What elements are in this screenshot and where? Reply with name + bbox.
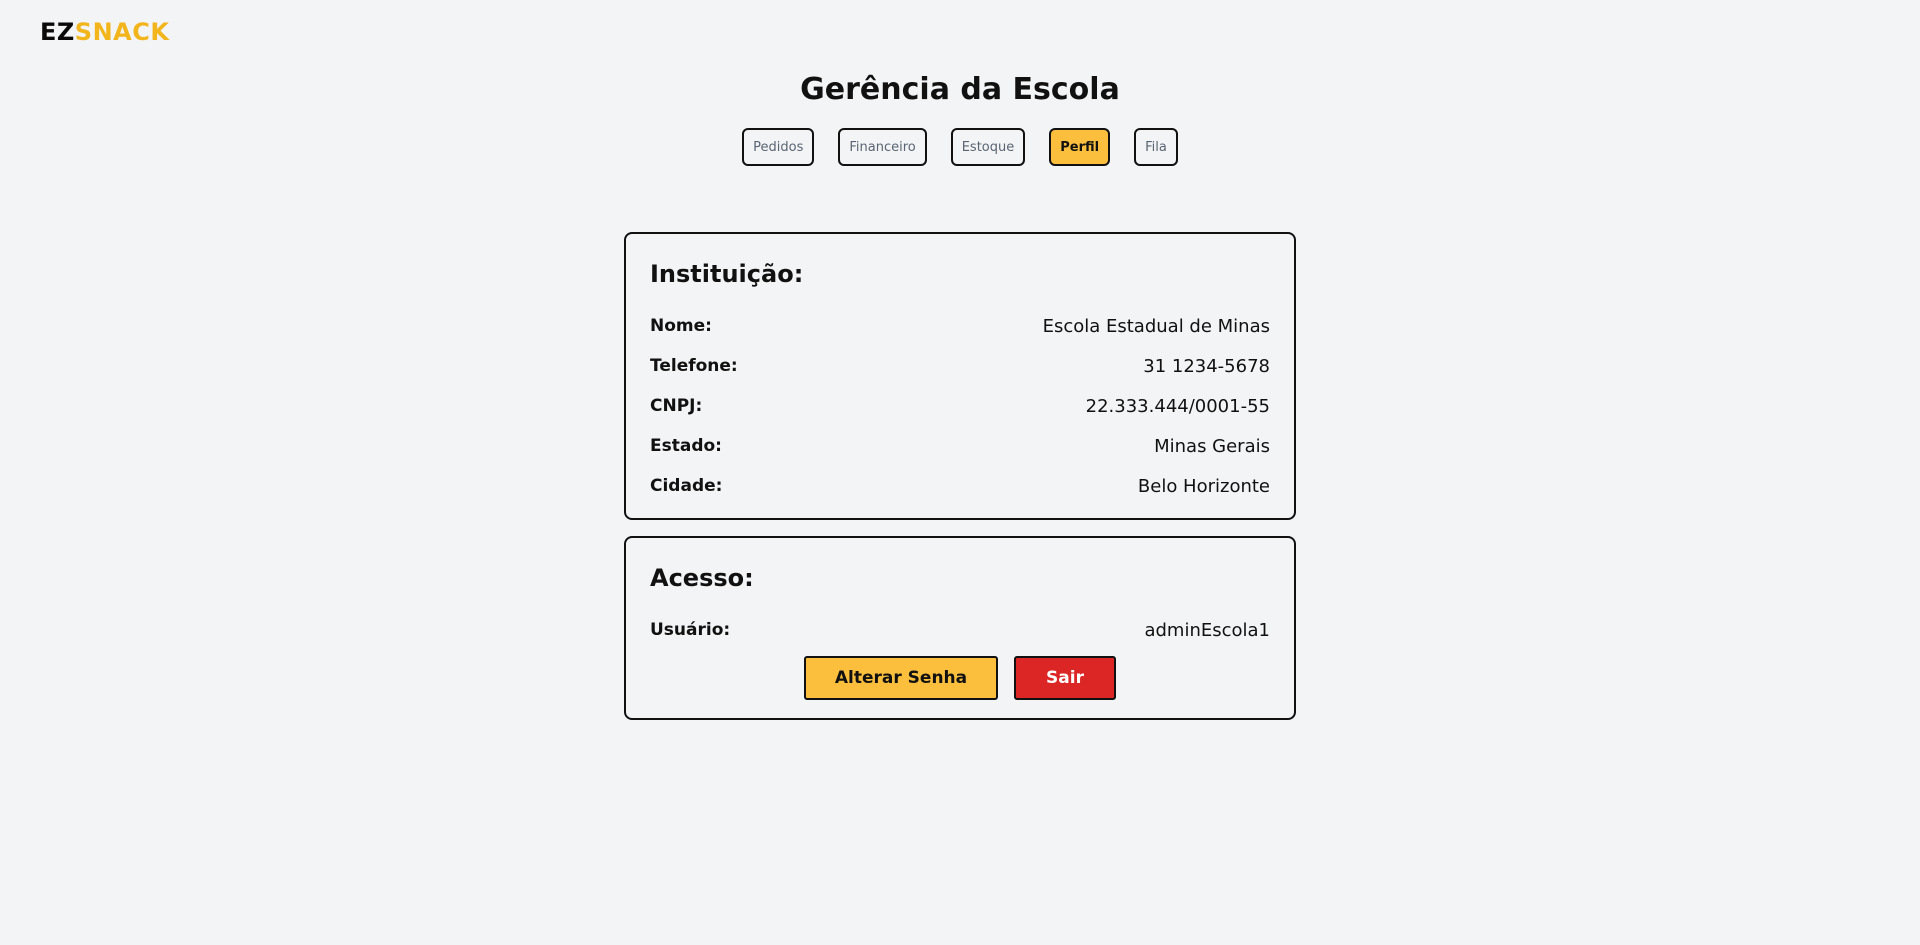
institution-row-phone: Telefone: 31 1234-5678 xyxy=(650,346,1270,386)
access-card: Acesso: Usuário: adminEscola1 Alterar Se… xyxy=(624,536,1296,720)
institution-row-city: Cidade: Belo Horizonte xyxy=(650,466,1270,506)
access-title: Acesso: xyxy=(650,564,754,592)
field-label: CNPJ: xyxy=(650,396,703,416)
institution-row-state: Estado: Minas Gerais xyxy=(650,426,1270,466)
field-value: 31 1234-5678 xyxy=(1143,355,1270,377)
logo-text-snack: SNACK xyxy=(74,18,170,46)
field-label: Cidade: xyxy=(650,476,723,496)
institution-card: Instituição: Nome: Escola Estadual de Mi… xyxy=(624,232,1296,520)
field-value: Minas Gerais xyxy=(1154,435,1270,457)
tab-fila[interactable]: Fila xyxy=(1134,128,1178,166)
page-title: Gerência da Escola xyxy=(800,72,1120,107)
field-label: Telefone: xyxy=(650,356,738,376)
access-actions: Alterar Senha Sair xyxy=(650,656,1270,700)
field-label: Usuário: xyxy=(650,620,731,640)
institution-title: Instituição: xyxy=(650,260,804,288)
tab-perfil[interactable]: Perfil xyxy=(1049,128,1111,166)
app-logo[interactable]: EZSNACK xyxy=(40,16,169,48)
field-value: adminEscola1 xyxy=(1144,619,1270,641)
field-label: Nome: xyxy=(650,316,712,336)
tab-pedidos[interactable]: Pedidos xyxy=(742,128,815,166)
field-label: Estado: xyxy=(650,436,722,456)
change-password-button[interactable]: Alterar Senha xyxy=(804,656,998,700)
tab-financeiro[interactable]: Financeiro xyxy=(838,128,927,166)
institution-row-name: Nome: Escola Estadual de Minas xyxy=(650,306,1270,346)
page: EZSNACK Gerência da Escola Pedidos Finan… xyxy=(0,0,1920,945)
institution-row-cnpj: CNPJ: 22.333.444/0001-55 xyxy=(650,386,1270,426)
field-value: Escola Estadual de Minas xyxy=(1042,315,1270,337)
tab-estoque[interactable]: Estoque xyxy=(950,128,1026,166)
field-value: 22.333.444/0001-55 xyxy=(1085,395,1270,417)
logo-text-ez: EZ xyxy=(40,18,75,46)
field-value: Belo Horizonte xyxy=(1137,475,1270,497)
access-row-user: Usuário: adminEscola1 xyxy=(650,610,1270,650)
logout-button[interactable]: Sair xyxy=(1014,656,1116,700)
tab-bar: Pedidos Financeiro Estoque Perfil Fila xyxy=(0,128,1920,166)
